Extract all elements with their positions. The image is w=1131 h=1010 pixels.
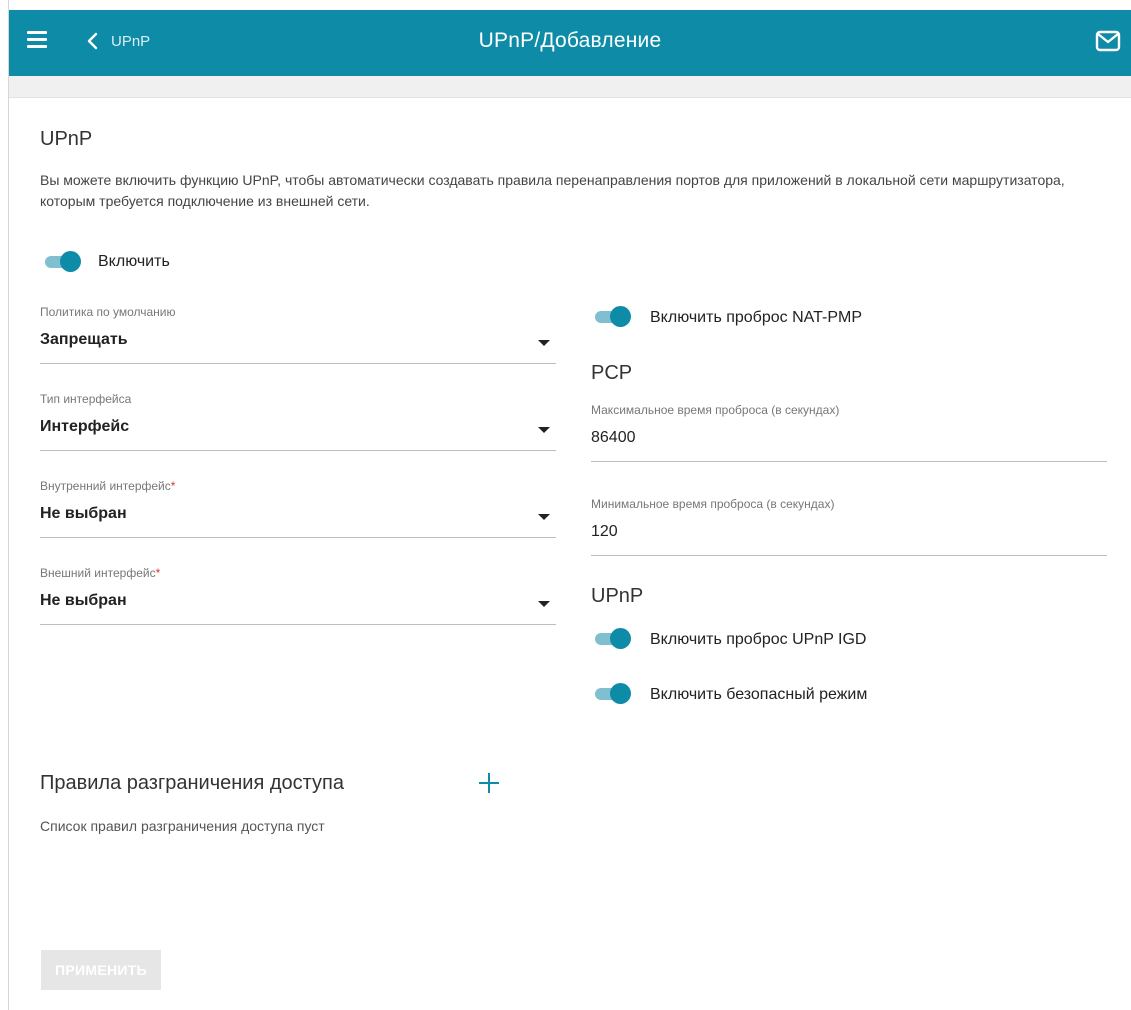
pcp-max-time-value[interactable]: 86400 bbox=[591, 429, 1107, 451]
enable-upnp-label: Включить bbox=[98, 253, 170, 270]
upnp-igd-toggle[interactable] bbox=[593, 628, 631, 649]
default-policy-label: Политика по умолчанию bbox=[40, 305, 176, 319]
page-title: UPnP/Добавление bbox=[478, 29, 662, 52]
required-mark: * bbox=[155, 566, 161, 580]
external-interface-value: Не выбран bbox=[40, 592, 127, 609]
internal-interface-select[interactable]: Внутренний интерфейс* Не выбран bbox=[40, 479, 556, 538]
interface-type-select[interactable]: Тип интерфейса Интерфейс bbox=[40, 392, 556, 451]
nat-pmp-toggle[interactable] bbox=[593, 306, 631, 327]
default-policy-select[interactable]: Политика по умолчанию Запрещать bbox=[40, 305, 556, 364]
external-interface-select[interactable]: Внешний интерфейс* Не выбран bbox=[40, 566, 556, 625]
upnp-description: Вы можете включить функцию UPnP, чтобы а… bbox=[40, 172, 1065, 209]
interface-type-label: Тип интерфейса bbox=[40, 392, 132, 406]
apply-button[interactable]: ПРИМЕНИТЬ bbox=[41, 950, 161, 990]
internal-interface-label: Внутренний интерфейс* bbox=[40, 479, 176, 493]
upnp-subsection-title: UPnP bbox=[591, 585, 644, 607]
upnp-section-title: UPnP bbox=[40, 128, 93, 150]
internal-interface-value: Не выбран bbox=[40, 505, 127, 522]
upnp-igd-label: Включить проброс UPnP IGD bbox=[650, 631, 867, 648]
secure-mode-toggle[interactable] bbox=[593, 683, 631, 704]
pcp-section-title: PCP bbox=[591, 362, 633, 384]
pcp-min-time-value[interactable]: 120 bbox=[591, 523, 1107, 545]
pcp-min-time-label: Минимальное время проброса (в секундах) bbox=[591, 497, 835, 511]
plus-icon[interactable] bbox=[476, 770, 502, 796]
mail-icon[interactable] bbox=[1095, 30, 1121, 52]
enable-upnp-toggle[interactable] bbox=[43, 251, 81, 272]
interface-type-value: Интерфейс bbox=[40, 418, 130, 435]
header-shadow-bar bbox=[9, 76, 1131, 98]
required-mark: * bbox=[170, 479, 176, 493]
dropdown-arrow-icon bbox=[538, 514, 550, 520]
access-rules-empty-note: Список правил разграничения доступа пуст bbox=[40, 818, 325, 834]
secure-mode-label: Включить безопасный режим bbox=[650, 686, 868, 703]
dropdown-arrow-icon bbox=[538, 601, 550, 607]
left-border bbox=[8, 0, 9, 1010]
access-rules-title: Правила разграничения доступа bbox=[40, 772, 344, 794]
dropdown-arrow-icon bbox=[538, 427, 550, 433]
top-header: UPnP UPnP/Добавление bbox=[9, 10, 1131, 76]
pcp-min-time-field[interactable]: Минимальное время проброса (в секундах) … bbox=[591, 497, 1107, 556]
default-policy-value: Запрещать bbox=[40, 331, 128, 348]
pcp-max-time-field[interactable]: Максимальное время проброса (в секундах)… bbox=[591, 403, 1107, 462]
pcp-max-time-label: Максимальное время проброса (в секундах) bbox=[591, 403, 840, 417]
external-interface-label: Внешний интерфейс* bbox=[40, 566, 161, 580]
nat-pmp-label: Включить проброс NAT-PMP bbox=[650, 309, 863, 326]
dropdown-arrow-icon bbox=[538, 340, 550, 346]
